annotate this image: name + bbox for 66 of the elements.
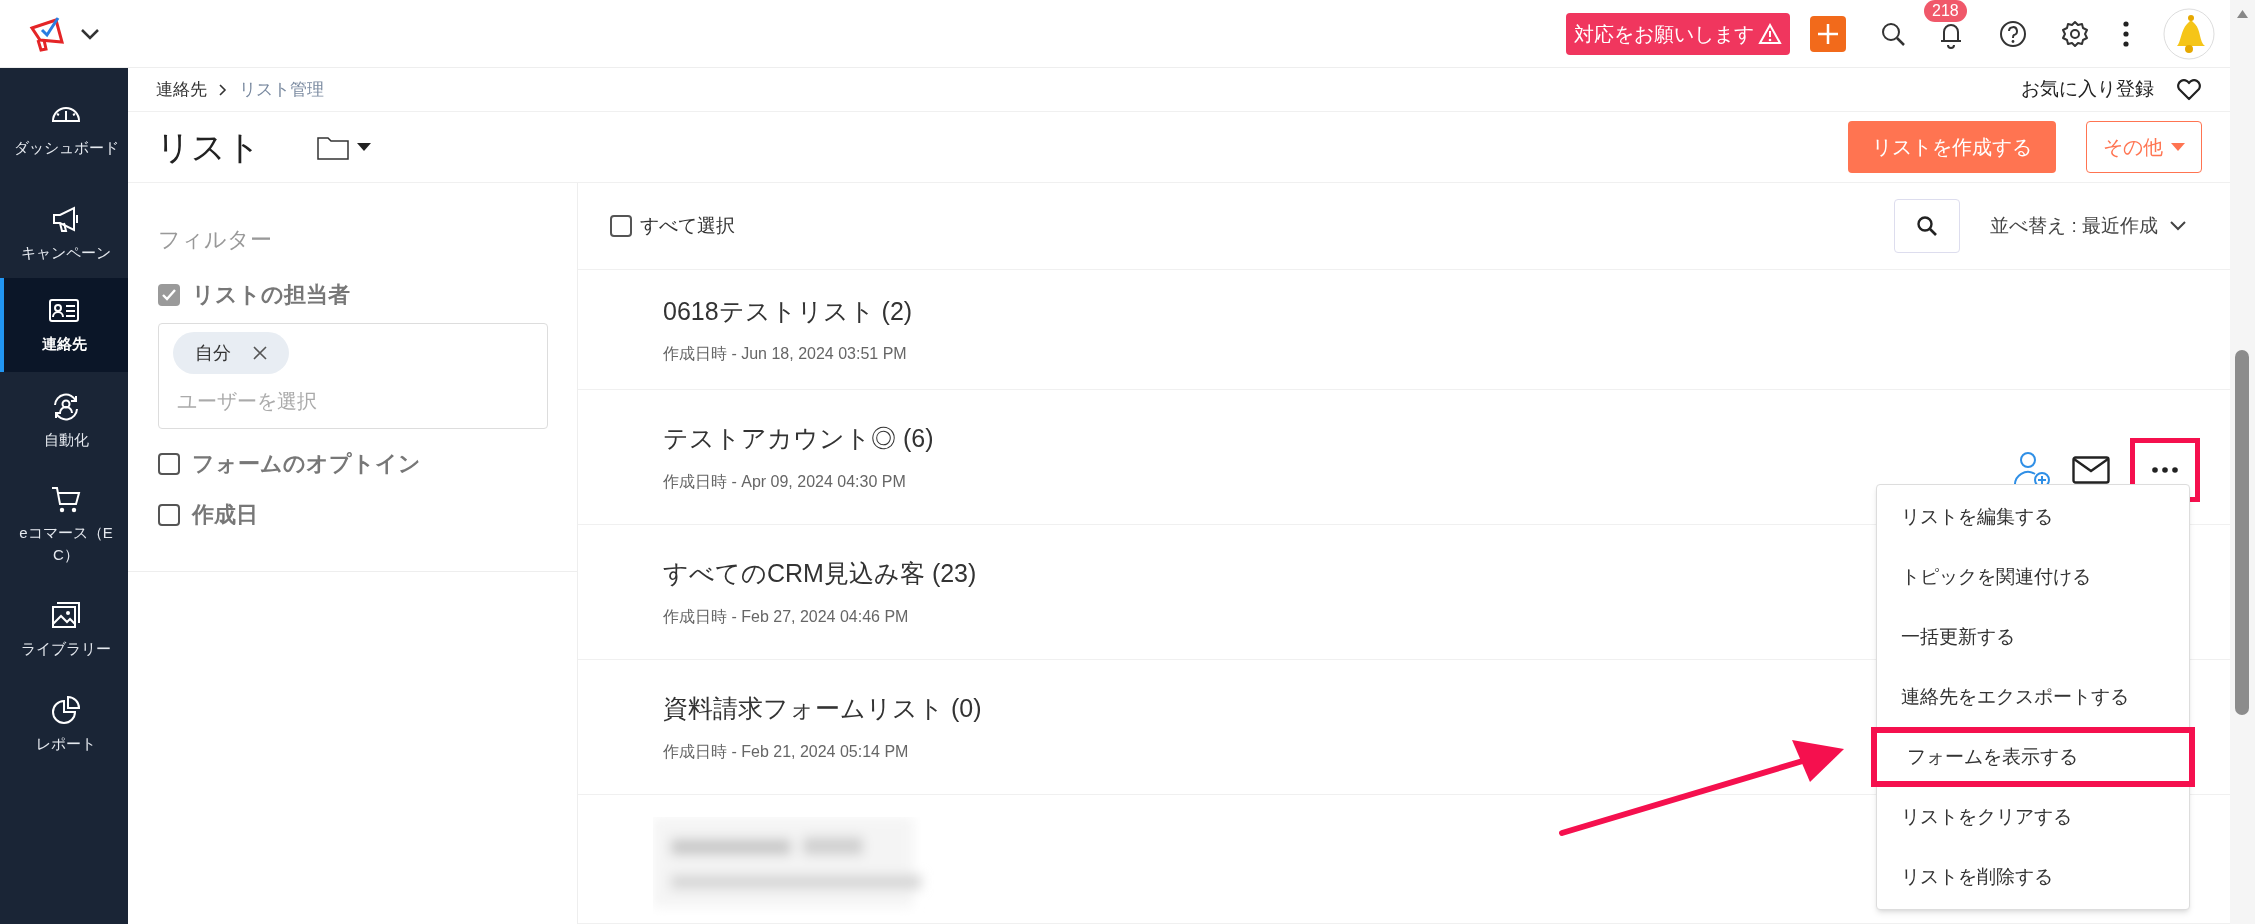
select-all-label[interactable]: すべて選択 [640,211,735,241]
filter-checkbox[interactable] [158,283,180,306]
menu-item[interactable]: トピックを関連付ける [1877,547,2189,607]
alert-button[interactable]: 対応をお願いします [1566,12,1790,55]
created-date: 作成日時 - Apr 09, 2024 04:30 PM [663,471,907,492]
menu-item[interactable]: リストを編集する [1877,487,2189,547]
sidebar-item[interactable]: レポート [0,680,128,770]
list-name[interactable]: テストアカウント◎ (6) [663,420,934,458]
favorite-label[interactable]: お気に入り登録 [2021,75,2154,104]
list-name[interactable]: 0618テストリスト (2) [663,292,913,331]
filter-checkbox[interactable] [158,452,180,475]
image-gallery-icon [50,600,82,630]
warning-icon [1758,22,1782,45]
caret-icon [2171,143,2185,151]
chevron-down-icon[interactable] [80,27,100,40]
more-vertical-icon[interactable] [2123,20,2129,47]
sidebar-item[interactable]: ダッシュボード [0,68,128,190]
menu-item[interactable]: リストをクリアする [1877,787,2189,847]
breadcrumb-current: リスト管理 [239,78,324,101]
page-title: リスト [156,126,261,168]
created-date: 作成日時 - Feb 27, 2024 04:46 PM [663,606,910,627]
mail-icon[interactable] [2072,456,2110,484]
filter-checkbox[interactable] [158,503,180,526]
menu-item[interactable]: リストを削除する [1877,847,2189,907]
heart-icon[interactable] [2176,78,2202,101]
caret-icon[interactable] [357,143,371,151]
list-name[interactable]: すべてのCRM見込み客 (23) [663,555,977,593]
close-icon[interactable] [253,346,267,360]
created-date: 作成日時 - Feb 21, 2024 05:14 PM [663,741,910,762]
sidebar-item[interactable]: キャンペーン [0,190,128,278]
chevron-right-icon [219,83,227,96]
menu-item[interactable]: 一括更新する [1877,607,2189,667]
breadcrumb-link[interactable]: 連絡先 [156,76,207,103]
sidebar-item[interactable]: 連絡先 [0,278,128,372]
select-all-checkbox[interactable] [610,215,632,237]
scroll-up-icon[interactable] [2237,10,2248,18]
pie-chart-icon [50,695,82,725]
sidebar-item[interactable]: 自動化 [0,372,128,470]
scrollbar-thumb[interactable] [2235,350,2249,715]
chevron-down-icon[interactable] [2170,221,2186,231]
check-icon [161,287,177,302]
owner-chip[interactable]: 自分 [173,332,289,374]
created-date: 作成日時 - Jun 18, 2024 03:51 PM [663,344,908,365]
sidebar-item[interactable]: ライブラリー [0,580,128,680]
search-icon [1916,215,1939,237]
add-button[interactable] [1810,15,1846,52]
filter-label[interactable]: リストの担当者 [192,278,350,311]
more-horizontal-icon [2152,467,2178,473]
sidebar-item[interactable]: eコマース（EC） [0,470,128,580]
list-name[interactable]: 資料請求フォームリスト (0) [663,690,982,728]
filter-title: フィルター [158,226,273,254]
sort-dropdown[interactable]: 並べ替え : 最近作成 [1990,211,2158,241]
search-icon[interactable] [1880,20,1906,47]
scrollbar[interactable] [2230,0,2255,924]
notification-count: 218 [1924,0,1967,22]
cart-icon [50,484,82,514]
help-icon[interactable] [1999,19,2027,48]
settings-icon[interactable] [2061,19,2089,48]
menu-item[interactable]: フォームを表示する [1871,727,2195,787]
filter-label[interactable]: 作成日 [192,498,258,531]
filter-label[interactable]: フォームのオプトイン [192,447,421,480]
menu-item[interactable]: 連絡先をエクスポートする [1877,667,2189,727]
search-button[interactable] [1894,199,1961,253]
folder-icon[interactable] [317,134,349,160]
plus-icon [1817,22,1839,45]
user-select-field[interactable]: 自分 ユーザーを選択 [158,323,548,429]
